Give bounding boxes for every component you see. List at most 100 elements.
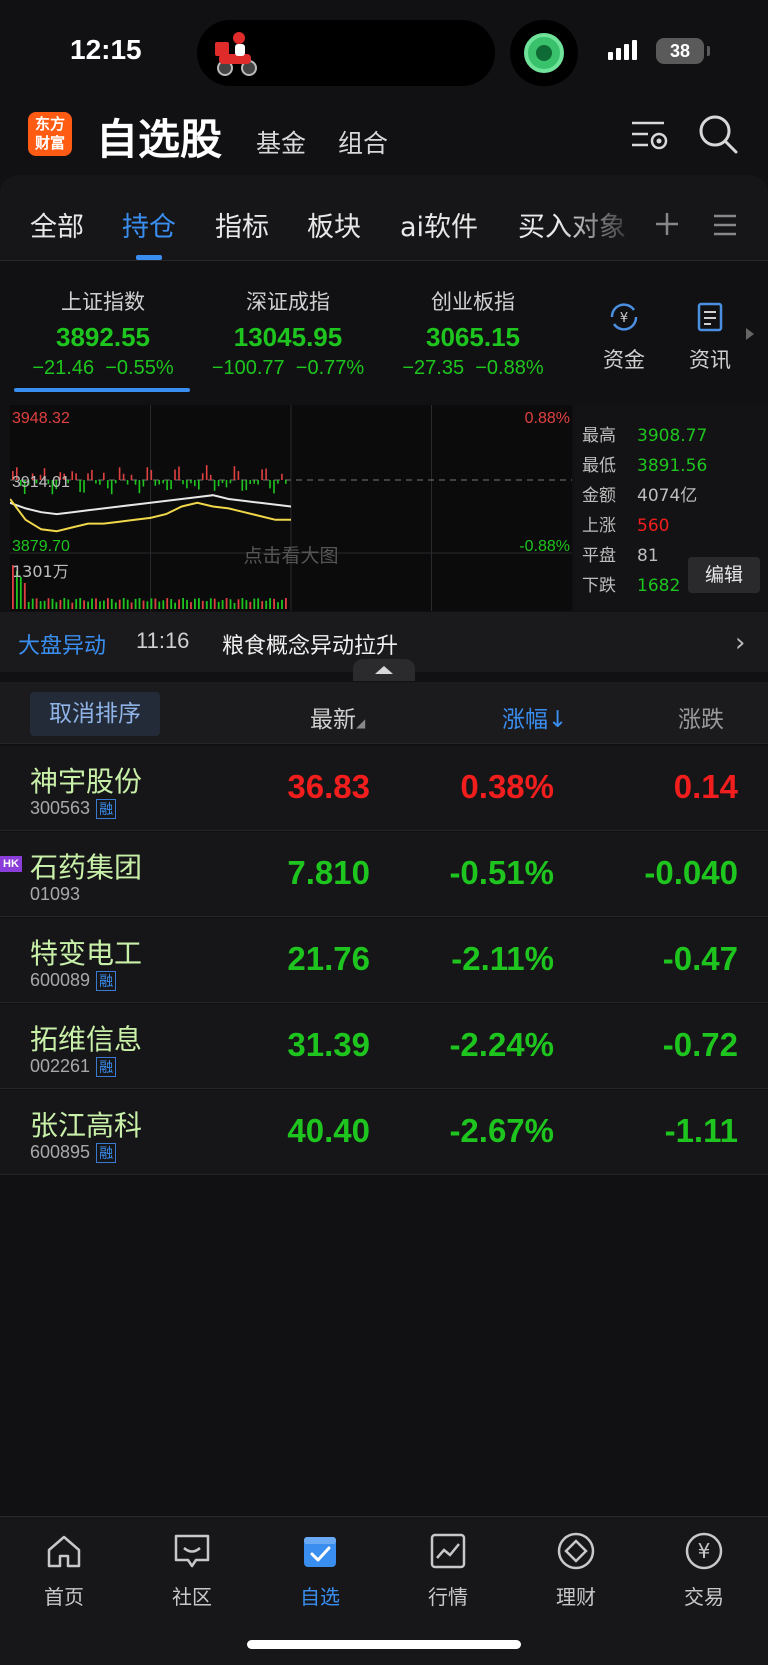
table-row[interactable]: 张江高科 600895 融 40.40 -2.67% -1.11 bbox=[0, 1090, 768, 1175]
stock-price: 40.40 bbox=[287, 1112, 370, 1149]
breadth-bar bbox=[245, 480, 248, 491]
collapse-chart-button[interactable] bbox=[353, 659, 415, 681]
battery-icon: 38 bbox=[656, 38, 710, 64]
index-shanghai[interactable]: 上证指数 3892.55 −21.46 −0.55% bbox=[20, 286, 186, 380]
tab-indicators[interactable]: 指标 bbox=[215, 205, 269, 244]
volume-bar bbox=[154, 598, 157, 609]
index-shenzhen[interactable]: 深证成指 13045.95 −100.77 −0.77% bbox=[200, 286, 376, 380]
nav-community[interactable]: 社区 bbox=[152, 1531, 232, 1610]
margin-badge: 融 bbox=[96, 971, 117, 992]
activity-indicator bbox=[510, 20, 578, 86]
volume-bar bbox=[213, 598, 216, 609]
breadth-bar bbox=[110, 480, 113, 495]
home-icon bbox=[47, 1535, 81, 1568]
volume-bar bbox=[261, 601, 264, 609]
stock-change: -0.040 bbox=[644, 854, 738, 891]
breadth-bar bbox=[126, 480, 129, 485]
alert-label: 大盘异动 bbox=[18, 634, 107, 659]
breadth-bar bbox=[257, 480, 259, 485]
nav-market[interactable]: 行情 bbox=[408, 1531, 488, 1610]
table-row[interactable]: 神宇股份 300563 融 36.83 0.38% 0.14 bbox=[0, 746, 768, 831]
breadth-bar bbox=[241, 480, 244, 491]
menu-icon[interactable] bbox=[712, 213, 738, 237]
edit-button[interactable]: 编辑 bbox=[688, 557, 760, 593]
volume-bar bbox=[19, 577, 22, 609]
search-icon[interactable] bbox=[696, 112, 740, 156]
chart-high-label: 3948.32 bbox=[12, 410, 70, 427]
volume-bar bbox=[158, 601, 161, 609]
breadth-bar bbox=[186, 480, 188, 489]
funds-button[interactable]: ¥ 资金 bbox=[594, 300, 654, 374]
tab-ai-software[interactable]: ai软件 bbox=[400, 205, 478, 244]
volume-bar bbox=[51, 598, 54, 609]
nav-wealth[interactable]: 理财 bbox=[536, 1531, 616, 1610]
col-latest[interactable]: 最新◢ bbox=[310, 700, 365, 734]
nav-home[interactable]: 首页 bbox=[24, 1531, 104, 1610]
stock-name: 石药集团 bbox=[30, 851, 143, 884]
stock-code: 002261 融 bbox=[30, 1056, 117, 1078]
table-row[interactable]: 特变电工 600089 融 21.76 -2.11% -0.47 bbox=[0, 918, 768, 1003]
scroll-right-icon[interactable] bbox=[746, 328, 754, 340]
chart-pct-up: 0.88% bbox=[525, 410, 570, 427]
news-button[interactable]: 资讯 bbox=[680, 300, 740, 374]
breadth-bar bbox=[209, 474, 212, 480]
nav-trade[interactable]: ¥ 交易 bbox=[664, 1531, 744, 1610]
breadth-bar bbox=[201, 473, 204, 480]
tab-fund[interactable]: 基金 bbox=[256, 124, 306, 160]
breadth-bar bbox=[142, 480, 145, 487]
margin-badge: 融 bbox=[96, 1057, 117, 1078]
volume-bar bbox=[257, 598, 260, 609]
tab-sectors[interactable]: 板块 bbox=[307, 205, 361, 244]
volume-bar bbox=[35, 598, 38, 609]
volume-bar bbox=[39, 601, 42, 609]
intraday-chart[interactable]: 3948.32 3914.01 3879.70 0.88% -0.88% 130… bbox=[10, 405, 572, 611]
app-logo[interactable]: 东方 财富 bbox=[28, 112, 72, 156]
chart-pct-down: -0.88% bbox=[519, 538, 570, 555]
nav-watchlist[interactable]: 自选 bbox=[280, 1531, 360, 1610]
col-pct[interactable]: 涨幅↓ bbox=[502, 700, 567, 734]
volume-bar bbox=[59, 599, 62, 609]
stat-high: 最高 3908.77 bbox=[582, 426, 708, 446]
breadth-bar bbox=[150, 469, 153, 480]
breadth-bar bbox=[158, 480, 160, 485]
volume-bar bbox=[209, 598, 212, 609]
volume-bar bbox=[75, 599, 78, 609]
chart-hint: 点击看大图 bbox=[243, 545, 338, 567]
margin-badge: 融 bbox=[96, 1143, 117, 1164]
svg-text:¥: ¥ bbox=[620, 311, 628, 326]
stock-change: -0.47 bbox=[662, 940, 738, 977]
volume-bar bbox=[201, 600, 204, 609]
volume-bar bbox=[205, 601, 208, 609]
cancel-sort-button[interactable]: 取消排序 bbox=[30, 692, 160, 736]
volume-bar bbox=[118, 599, 121, 609]
breadth-bar bbox=[107, 480, 109, 489]
breadth-bar bbox=[95, 480, 97, 484]
chart-volume-label: 1301万 bbox=[12, 562, 69, 581]
volume-bar bbox=[281, 599, 283, 609]
breadth-bar bbox=[194, 480, 196, 487]
add-tab-icon[interactable] bbox=[654, 211, 680, 237]
delivery-rider-icon bbox=[215, 32, 257, 76]
volume-bar bbox=[178, 599, 180, 609]
tab-all[interactable]: 全部 bbox=[30, 205, 84, 244]
volume-bar bbox=[249, 601, 252, 609]
breadth-bar bbox=[114, 480, 117, 484]
tab-portfolio[interactable]: 组合 bbox=[338, 124, 388, 160]
stock-change: -1.11 bbox=[664, 1112, 738, 1149]
volume-bar bbox=[221, 600, 224, 609]
tab-holdings[interactable]: 持仓 bbox=[122, 205, 176, 244]
svg-text:¥: ¥ bbox=[698, 1539, 711, 1563]
list-settings-icon[interactable] bbox=[628, 112, 672, 156]
volume-bar bbox=[79, 598, 82, 609]
table-row[interactable]: HK 石药集团 01093 7.810 -0.51% -0.040 bbox=[0, 832, 768, 917]
breadth-bar bbox=[261, 469, 263, 480]
breadth-bar bbox=[281, 473, 283, 480]
index-chinext[interactable]: 创业板指 3065.15 −27.35 −0.88% bbox=[388, 286, 558, 380]
volume-bar bbox=[190, 602, 192, 609]
col-change[interactable]: 涨跌 bbox=[678, 700, 724, 734]
volume-bar bbox=[71, 602, 74, 609]
breadth-bar bbox=[198, 480, 200, 490]
table-row[interactable]: 拓维信息 002261 融 31.39 -2.24% -0.72 bbox=[0, 1004, 768, 1089]
breadth-bar bbox=[91, 469, 93, 480]
stock-name: 张江高科 bbox=[30, 1109, 143, 1142]
